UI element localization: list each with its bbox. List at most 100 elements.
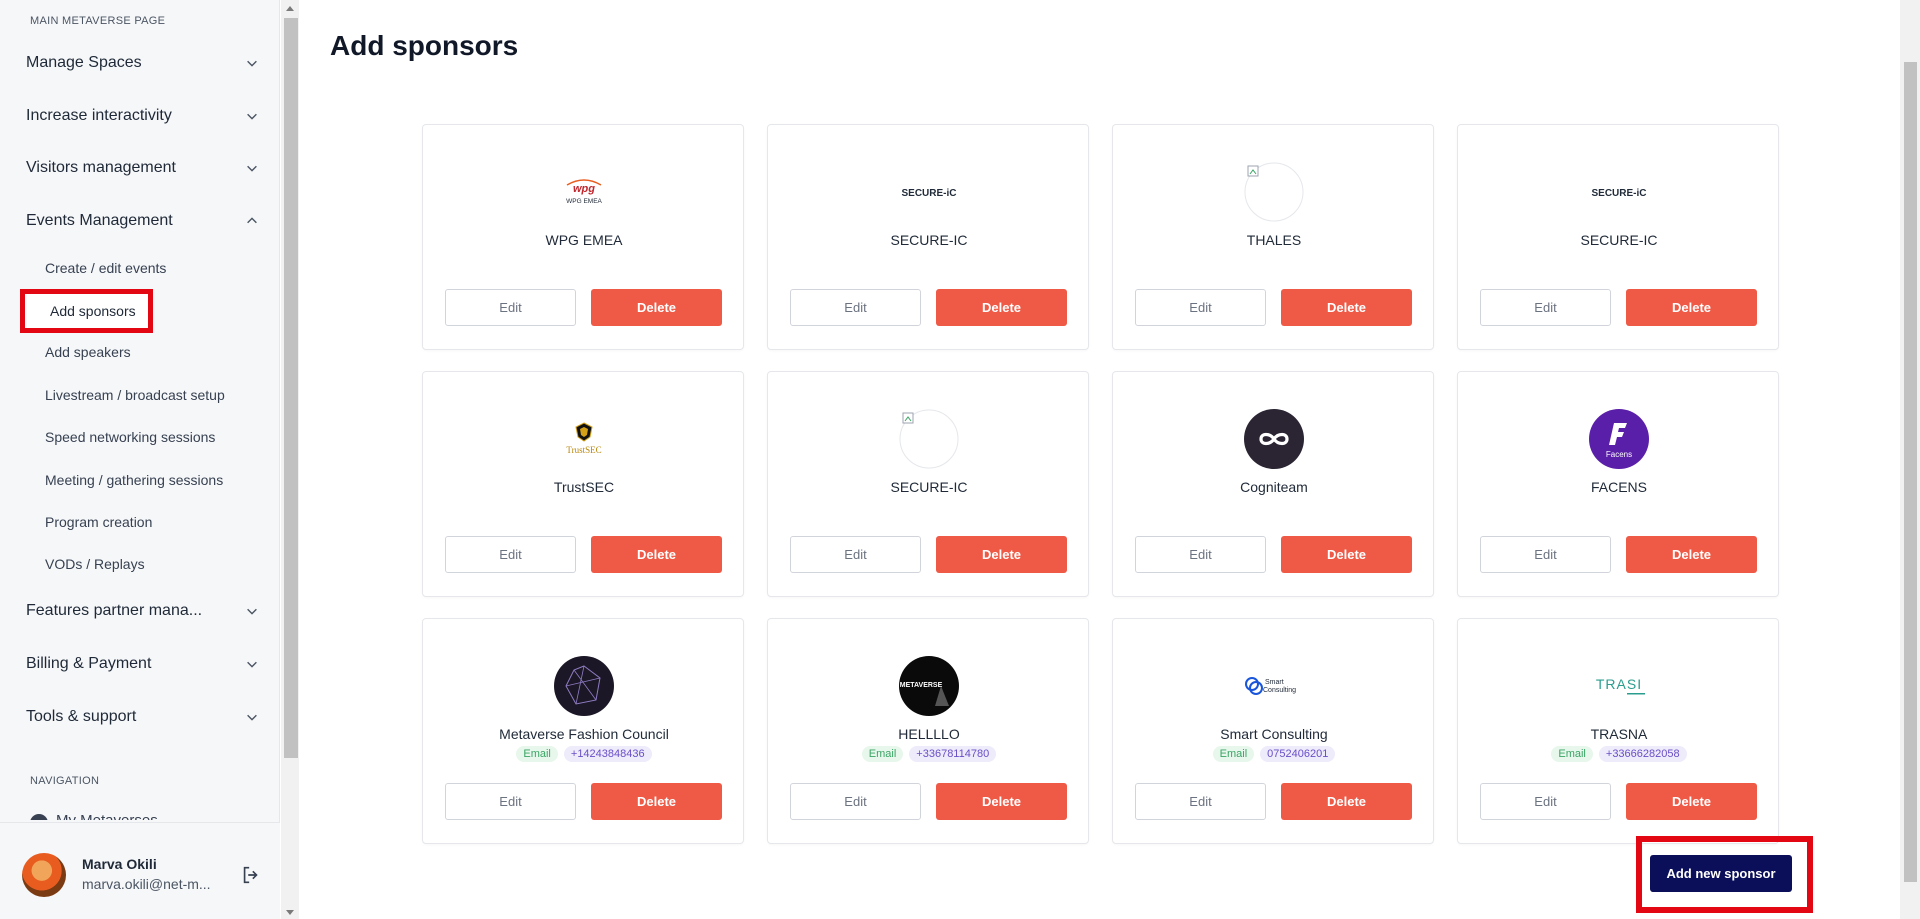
edit-button[interactable]: Edit	[1480, 783, 1611, 820]
sidebar-item-add-sponsors[interactable]: Add sponsors	[20, 289, 153, 333]
menu-group-manage-spaces[interactable]: Manage Spaces	[26, 45, 260, 81]
sponsor-name: Cogniteam	[1240, 479, 1308, 495]
delete-button[interactable]: Delete	[591, 289, 722, 326]
delete-button[interactable]: Delete	[936, 536, 1067, 573]
delete-button[interactable]: Delete	[936, 783, 1067, 820]
smart-logo-text-1: Smart	[1265, 679, 1284, 686]
menu-group-label: Increase interactivity	[26, 107, 172, 124]
email-badge[interactable]: Email	[1212, 746, 1255, 762]
contact-row: Email 0752406201	[1113, 746, 1435, 762]
add-new-sponsor-button[interactable]: Add new sponsor	[1650, 855, 1792, 892]
menu-group-label: Tools & support	[26, 708, 137, 725]
delete-button[interactable]: Delete	[1281, 783, 1412, 820]
menu-group-events-management[interactable]: Events Management	[26, 203, 260, 239]
sponsor-name: FACENS	[1590, 479, 1647, 495]
section-label-main: MAIN METAVERSE PAGE	[30, 15, 166, 27]
sidebar-item-vods-replays[interactable]: VODs / Replays	[45, 549, 145, 579]
sidebar-item-add-speakers[interactable]: Add speakers	[45, 337, 131, 367]
menu-group-increase-interactivity[interactable]: Increase interactivity	[26, 98, 260, 134]
sidebar-scrollbar[interactable]	[281, 0, 299, 919]
sidebar-item-speed-networking[interactable]: Speed networking sessions	[45, 422, 215, 452]
edit-button[interactable]: Edit	[445, 783, 576, 820]
metaverse-logo-text: METAVERSE	[900, 682, 943, 689]
facens-logo: Facens	[1589, 409, 1649, 469]
delete-button[interactable]: Delete	[1626, 289, 1757, 326]
menu-group-visitors-management[interactable]: Visitors management	[26, 150, 260, 186]
broken-image-icon	[899, 409, 959, 469]
edit-button[interactable]: Edit	[790, 289, 921, 326]
sponsor-card: SECURE-IC Edit Delete	[767, 371, 1089, 597]
scroll-up-arrow-icon[interactable]	[286, 6, 294, 11]
main-scroll-thumb[interactable]	[1904, 62, 1917, 882]
sponsor-name: SECURE-IC	[890, 479, 968, 495]
edit-button[interactable]: Edit	[1135, 289, 1266, 326]
trasna-logo-text: TRASI	[1596, 676, 1642, 692]
email-badge[interactable]: Email	[516, 746, 558, 762]
menu-group-label: Manage Spaces	[26, 54, 142, 71]
chevron-down-icon	[244, 656, 260, 672]
nav-item-my-metaverses[interactable]: My Metaverses	[28, 812, 228, 820]
metaverse-logo: METAVERSE	[899, 656, 959, 716]
avatar	[22, 853, 66, 897]
sidebar-item-meeting-sessions[interactable]: Meeting / gathering sessions	[45, 465, 223, 495]
edit-button[interactable]: Edit	[790, 783, 921, 820]
sidebar-scroll-thumb[interactable]	[284, 18, 298, 758]
main-scrollbar[interactable]	[1900, 0, 1920, 919]
edit-button[interactable]: Edit	[1135, 536, 1266, 573]
sponsor-name: TrustSEC	[553, 479, 615, 495]
delete-button[interactable]: Delete	[1626, 536, 1757, 573]
contact-row: Email +33666282058	[1458, 746, 1780, 762]
sponsor-name: Smart Consulting	[1220, 726, 1328, 742]
delete-button[interactable]: Delete	[591, 536, 722, 573]
facens-logo-text: Facens	[1606, 450, 1632, 459]
phone-badge[interactable]: 0752406201	[1260, 746, 1336, 762]
contact-row: Email +33678114780	[768, 746, 1090, 762]
email-badge[interactable]: Email	[861, 746, 904, 762]
sponsor-card: Facens FACENS Edit Delete	[1457, 371, 1779, 597]
sponsor-card: Cogniteam Edit Delete	[1112, 371, 1434, 597]
edit-button[interactable]: Edit	[445, 536, 576, 573]
logout-icon[interactable]	[240, 864, 262, 886]
add-sponsor-highlight: Add new sponsor	[1636, 836, 1813, 913]
user-name: Marva Okili	[82, 856, 157, 872]
sidebar-item-program-creation[interactable]: Program creation	[45, 507, 152, 537]
wpg-logo-text: wpg	[573, 183, 595, 195]
email-badge[interactable]: Email	[1551, 746, 1593, 762]
sidebar: MAIN METAVERSE PAGE Manage Spaces Increa…	[0, 0, 280, 919]
sidebar-item-livestream[interactable]: Livestream / broadcast setup	[45, 380, 225, 410]
menu-group-tools-support[interactable]: Tools & support	[26, 699, 260, 735]
edit-button[interactable]: Edit	[790, 536, 921, 573]
contact-row: Email +14243848436	[423, 746, 745, 762]
wpg-emea-logo: wpg WPG EMEA	[554, 162, 614, 222]
mfc-logo	[554, 656, 614, 716]
delete-button[interactable]: Delete	[1281, 289, 1412, 326]
edit-button[interactable]: Edit	[1480, 536, 1611, 573]
edit-button[interactable]: Edit	[1135, 783, 1266, 820]
sidebar-item-create-edit-events[interactable]: Create / edit events	[45, 253, 166, 283]
sponsor-card: SECURE-iC SECURE-IC Edit Delete	[767, 124, 1089, 350]
sponsor-card: Smart Consulting Smart Consulting Email …	[1112, 618, 1434, 844]
edit-button[interactable]: Edit	[445, 289, 576, 326]
page-title: Add sponsors	[330, 30, 519, 61]
sponsor-card: THALES Edit Delete	[1112, 124, 1434, 350]
phone-badge[interactable]: +14243848436	[563, 746, 652, 762]
delete-button[interactable]: Delete	[1281, 536, 1412, 573]
edit-button[interactable]: Edit	[1480, 289, 1611, 326]
menu-group-label: Billing & Payment	[26, 655, 152, 672]
menu-group-billing-payment[interactable]: Billing & Payment	[26, 646, 260, 682]
sponsor-card: TrustSEC TrustSEC Edit Delete	[422, 371, 744, 597]
sponsor-name: SECURE-IC	[890, 232, 968, 248]
delete-button[interactable]: Delete	[1626, 783, 1757, 820]
cogniteam-logo	[1244, 409, 1304, 469]
phone-badge[interactable]: +33666282058	[1598, 746, 1687, 762]
chevron-down-icon	[244, 709, 260, 725]
user-bar: Marva Okili marva.okili@net-m...	[0, 822, 280, 919]
delete-button[interactable]: Delete	[591, 783, 722, 820]
delete-button[interactable]: Delete	[936, 289, 1067, 326]
phone-badge[interactable]: +33678114780	[909, 746, 997, 762]
chevron-down-icon	[244, 603, 260, 619]
trasna-logo: TRASI	[1589, 656, 1649, 716]
scroll-down-arrow-icon[interactable]	[286, 910, 294, 915]
menu-group-features-partner[interactable]: Features partner mana...	[26, 593, 260, 629]
chevron-down-icon	[244, 108, 260, 124]
